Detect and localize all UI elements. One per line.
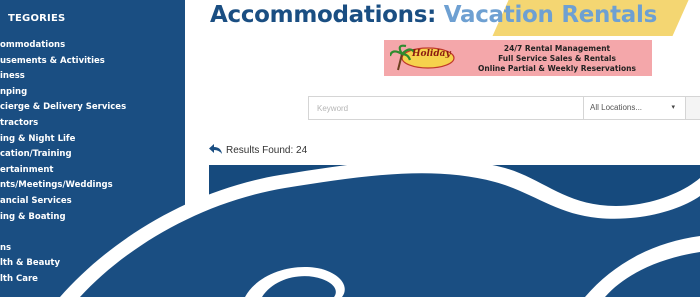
sidebar-item-dining[interactable]: ing & Night Life — [0, 132, 126, 148]
location-select-value: All Locations... — [590, 103, 643, 112]
sidebar-item-health-beauty[interactable]: lth & Beauty — [0, 256, 126, 272]
results-found[interactable]: Results Found: 24 — [209, 144, 307, 156]
sidebar-item-contractors[interactable]: tractors — [0, 116, 126, 132]
sidebar-item-accommodations[interactable]: ommodations — [0, 38, 126, 54]
sidebar-item-entertainment[interactable]: ertainment — [0, 163, 126, 179]
results-count: 24 — [296, 145, 308, 156]
holiday-ad-banner[interactable]: Holiday 24/7 Rental Management Full Serv… — [384, 40, 652, 76]
listing-fragment-bottom: com — [440, 259, 461, 270]
ad-line-3: Online Partial & Weekly Reservations — [478, 64, 636, 73]
sidebar-item-financial[interactable]: ancial Services — [0, 194, 126, 210]
sidebar-item-camping[interactable]: nping — [0, 85, 126, 101]
sidebar-item-health-care[interactable]: lth Care — [0, 272, 126, 288]
search-button[interactable] — [685, 97, 700, 119]
listing-name[interactable]: Holiday — [217, 195, 253, 206]
ad-logo-text: Holiday — [412, 49, 451, 59]
sidebar-item-fishing[interactable]: ing & Boating — [0, 210, 126, 226]
category-sidebar: TEGORIES ommodations usements & Activiti… — [0, 0, 185, 297]
sidebar-item-concierge[interactable]: cierge & Delivery Services — [0, 100, 126, 116]
search-bar: All Locations... ▾ — [308, 96, 700, 120]
sidebar-item-business[interactable]: iness — [0, 69, 126, 85]
keyword-input[interactable] — [309, 97, 597, 119]
ad-line-2: Full Service Sales & Rentals — [498, 54, 616, 63]
select-arrows-icon: ▾ — [671, 104, 675, 111]
sidebar-item-education[interactable]: cation/Training — [0, 147, 126, 163]
sidebar-item-ns[interactable]: ns — [0, 241, 126, 257]
sidebar-item-hidden[interactable] — [0, 225, 126, 241]
page-title: Accommodations: Vacation Rentals — [210, 2, 657, 28]
category-list: ommodations usements & Activities iness … — [0, 38, 126, 288]
listing-fragment-top: nc. — [490, 172, 505, 183]
listing-panel: Holiday — [209, 165, 700, 297]
page-title-sub: Vacation Rentals — [443, 2, 658, 28]
sidebar-item-amusements[interactable]: usements & Activities — [0, 54, 126, 70]
back-arrow-icon — [209, 144, 222, 154]
location-select[interactable]: All Locations... ▾ — [583, 97, 683, 119]
sidebar-title: TEGORIES — [8, 13, 66, 24]
listing-header: Holiday — [209, 165, 700, 227]
ad-line-1: 24/7 Rental Management — [503, 44, 611, 53]
page-title-main: Accommodations: — [210, 2, 437, 28]
sidebar-item-events[interactable]: nts/Meetings/Weddings — [0, 178, 126, 194]
results-label: Results Found: — [226, 145, 294, 156]
